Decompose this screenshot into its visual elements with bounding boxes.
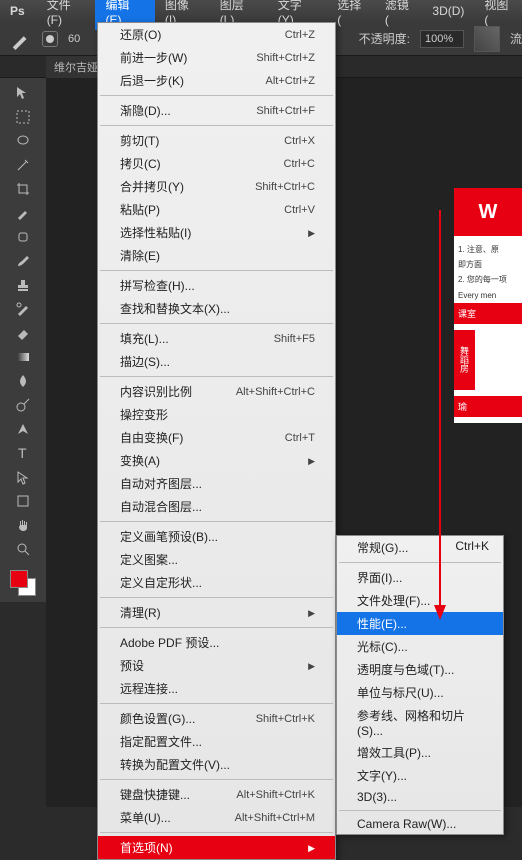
- doc-block-3: 瑜: [454, 396, 522, 417]
- tool-lasso-icon[interactable]: [12, 130, 34, 152]
- pref-item-11[interactable]: 3D(3)...: [337, 787, 503, 807]
- doc-text-1: 1. 注意、原: [454, 242, 522, 257]
- edit-menu-item-4[interactable]: 渐隐(D)...Shift+Ctrl+F: [98, 99, 335, 122]
- edit-menu-item-16[interactable]: 填充(L)...Shift+F5: [98, 327, 335, 350]
- menu-3d[interactable]: 3D(D): [422, 1, 474, 21]
- edit-menu-item-17[interactable]: 描边(S)...: [98, 350, 335, 373]
- tool-crop-icon[interactable]: [12, 178, 34, 200]
- tool-stamp-icon[interactable]: [12, 274, 34, 296]
- tool-patch-icon[interactable]: [12, 226, 34, 248]
- pref-item-13[interactable]: Camera Raw(W)...: [337, 814, 503, 834]
- edit-menu-item-21[interactable]: 自由变换(F)Ctrl+T: [98, 426, 335, 449]
- tools-panel: T: [0, 78, 46, 602]
- edit-menu-item-27[interactable]: 定义图案...: [98, 548, 335, 571]
- edit-menu-item-9[interactable]: 粘贴(P)Ctrl+V: [98, 198, 335, 221]
- menubar: Ps 文件(F) 编辑(E) 图像(I) 图层(L) 文字(Y) 选择( 滤镜(…: [0, 0, 522, 22]
- pref-item-9[interactable]: 增效工具(P)...: [337, 741, 503, 764]
- edit-menu-item-7[interactable]: 拷贝(C)Ctrl+C: [98, 152, 335, 175]
- pref-item-10[interactable]: 文字(Y)...: [337, 764, 503, 787]
- opacity-input[interactable]: [420, 30, 464, 48]
- fg-bg-swatch[interactable]: [8, 568, 38, 598]
- tool-dodge-icon[interactable]: [12, 394, 34, 416]
- edit-menu-item-38[interactable]: 转换为配置文件(V)...: [98, 753, 335, 776]
- edit-menu-item-1[interactable]: 前进一步(W)Shift+Ctrl+Z: [98, 46, 335, 69]
- flow-label: 流: [510, 30, 522, 47]
- edit-menu-item-13[interactable]: 拼写检查(H)...: [98, 274, 335, 297]
- preferences-submenu: 常规(G)...Ctrl+K 界面(I)...文件处理(F)...性能(E)...…: [336, 535, 504, 835]
- edit-menu-item-20[interactable]: 操控变形: [98, 403, 335, 426]
- edit-menu-item-19[interactable]: 内容识别比例Alt+Shift+Ctrl+C: [98, 380, 335, 403]
- edit-menu-item-34[interactable]: 远程连接...: [98, 677, 335, 700]
- edit-menu-item-8[interactable]: 合并拷贝(Y)Shift+Ctrl+C: [98, 175, 335, 198]
- edit-menu-item-33[interactable]: 预设▶: [98, 654, 335, 677]
- pref-item-3[interactable]: 文件处理(F)...: [337, 589, 503, 612]
- menu-filter[interactable]: 滤镜(: [375, 0, 423, 30]
- opacity-label: 不透明度:: [359, 30, 410, 47]
- edit-menu-item-26[interactable]: 定义画笔预设(B)...: [98, 525, 335, 548]
- tool-wand-icon[interactable]: [12, 154, 34, 176]
- tool-brush-icon[interactable]: [12, 250, 34, 272]
- tool-move-icon[interactable]: [12, 82, 34, 104]
- edit-menu-item-43[interactable]: 首选项(N)▶: [98, 836, 335, 859]
- edit-menu-item-41[interactable]: 菜单(U)...Alt+Shift+Ctrl+M: [98, 806, 335, 829]
- pref-item-0[interactable]: 常规(G)...Ctrl+K: [337, 536, 503, 559]
- doc-header: W: [454, 188, 522, 236]
- edit-menu-item-28[interactable]: 定义自定形状...: [98, 571, 335, 594]
- tool-hand-icon[interactable]: [12, 514, 34, 536]
- edit-menu-item-6[interactable]: 剪切(T)Ctrl+X: [98, 129, 335, 152]
- pref-item-7[interactable]: 单位与标尺(U)...: [337, 681, 503, 704]
- tool-gradient-icon[interactable]: [12, 346, 34, 368]
- doc-text-2: 即方面: [454, 257, 522, 272]
- app-logo: Ps: [10, 4, 25, 18]
- tool-eraser-icon[interactable]: [12, 322, 34, 344]
- edit-menu-item-10[interactable]: 选择性粘贴(I)▶: [98, 221, 335, 244]
- edit-menu-item-24[interactable]: 自动混合图层...: [98, 495, 335, 518]
- edit-menu-item-37[interactable]: 指定配置文件...: [98, 730, 335, 753]
- edit-menu-item-36[interactable]: 颜色设置(G)...Shift+Ctrl+K: [98, 707, 335, 730]
- tool-shape-icon[interactable]: [12, 490, 34, 512]
- tool-eyedropper-icon[interactable]: [12, 202, 34, 224]
- edit-menu-item-0[interactable]: 还原(O)Ctrl+Z: [98, 23, 335, 46]
- brush-preview-icon[interactable]: [42, 31, 58, 47]
- pref-item-8[interactable]: 参考线、网格和切片(S)...: [337, 704, 503, 741]
- doc-block-1: 课室: [454, 303, 522, 324]
- doc-block-2: 舞蹈房: [454, 330, 475, 390]
- edit-menu-item-2[interactable]: 后退一步(K)Alt+Ctrl+Z: [98, 69, 335, 92]
- pref-item-4[interactable]: 性能(E)...: [337, 612, 503, 635]
- tool-zoom-icon[interactable]: [12, 538, 34, 560]
- options-swatch-icon[interactable]: [474, 26, 500, 52]
- edit-menu-item-30[interactable]: 清理(R)▶: [98, 601, 335, 624]
- tool-type-icon[interactable]: T: [12, 442, 34, 464]
- document-preview: W 1. 注意、原 即方面 2. 您的每一项 Every men 课室 舞蹈房 …: [454, 188, 522, 423]
- edit-menu-item-11[interactable]: 清除(E): [98, 244, 335, 267]
- menu-file[interactable]: 文件(F): [37, 0, 96, 30]
- edit-menu-item-32[interactable]: Adobe PDF 预设...: [98, 631, 335, 654]
- pref-item-6[interactable]: 透明度与色域(T)...: [337, 658, 503, 681]
- edit-menu-item-40[interactable]: 键盘快捷键...Alt+Shift+Ctrl+K: [98, 783, 335, 806]
- edit-menu-item-14[interactable]: 查找和替换文本(X)...: [98, 297, 335, 320]
- tool-preset-icon[interactable]: [10, 28, 32, 50]
- brush-size[interactable]: 60: [68, 33, 80, 45]
- pref-item-2[interactable]: 界面(I)...: [337, 566, 503, 589]
- edit-menu-item-23[interactable]: 自动对齐图层...: [98, 472, 335, 495]
- doc-text-4: Every men: [454, 288, 522, 303]
- edit-menu-dropdown: 还原(O)Ctrl+Z前进一步(W)Shift+Ctrl+Z后退一步(K)Alt…: [97, 22, 336, 860]
- pref-item-5[interactable]: 光标(C)...: [337, 635, 503, 658]
- tool-path-select-icon[interactable]: [12, 466, 34, 488]
- svg-text:T: T: [18, 445, 27, 461]
- tool-marquee-icon[interactable]: [12, 106, 34, 128]
- tool-pen-icon[interactable]: [12, 418, 34, 440]
- tool-history-brush-icon[interactable]: [12, 298, 34, 320]
- tool-blur-icon[interactable]: [12, 370, 34, 392]
- doc-text-3: 2. 您的每一项: [454, 272, 522, 287]
- edit-menu-item-22[interactable]: 变换(A)▶: [98, 449, 335, 472]
